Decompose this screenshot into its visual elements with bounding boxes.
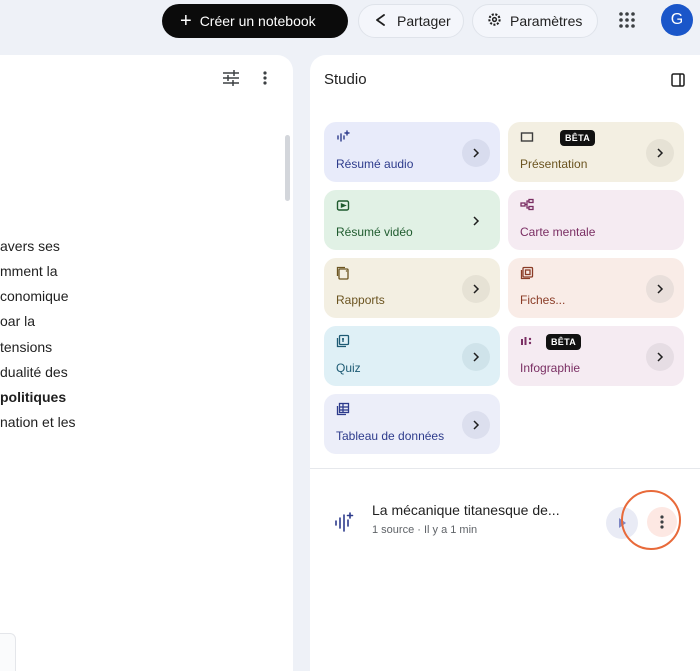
chevron-right-icon[interactable]	[462, 275, 490, 303]
tile-quiz-label: Quiz	[336, 361, 361, 375]
tile-quiz[interactable]: Quiz	[324, 326, 500, 386]
settings-label: Paramètres	[510, 13, 583, 29]
more-vert-icon[interactable]	[647, 507, 677, 537]
beta-badge: BÊTA	[546, 334, 582, 350]
tile-data-table[interactable]: Tableau de données	[324, 394, 500, 454]
output-title: La mécanique titanesque de...	[372, 502, 560, 518]
studio-panel: Studio Résumé audio BÊTA Présentation Ré…	[310, 55, 700, 671]
text-line: dualité des	[0, 364, 68, 380]
mindmap-icon	[520, 198, 534, 217]
play-button[interactable]	[606, 507, 638, 539]
share-label: Partager	[397, 13, 451, 29]
tile-data-table-label: Tableau de données	[336, 429, 445, 443]
top-bar: + Créer un notebook Partager Paramètres …	[0, 0, 700, 50]
tile-mindmap-label: Carte mentale	[520, 225, 596, 239]
chat-panel: avers ses mment la conomique oar la tens…	[0, 55, 293, 671]
text-line: conomique	[0, 288, 69, 304]
studio-title: Studio	[324, 71, 367, 88]
gear-icon	[487, 12, 502, 30]
more-vert-icon[interactable]	[262, 70, 268, 91]
apps-grid-icon[interactable]	[617, 10, 641, 32]
tile-presentation-label: Présentation	[520, 157, 588, 171]
tile-flashcards-label: Fiches...	[520, 293, 566, 307]
tile-audio-label: Résumé audio	[336, 157, 414, 171]
chevron-right-icon[interactable]	[646, 343, 674, 371]
slides-icon	[520, 130, 534, 149]
table-icon	[336, 402, 350, 421]
text-line: mment la	[0, 263, 58, 279]
tile-infographic-label: Infographie	[520, 361, 581, 375]
video-icon	[336, 198, 350, 217]
text-line: tensions	[0, 339, 53, 355]
generated-audio-item[interactable]: La mécanique titanesque de... 1 source ·…	[310, 485, 700, 555]
quiz-icon	[336, 334, 350, 353]
input-box-edge[interactable]	[0, 633, 16, 671]
output-meta: 1 source · Il y a 1 min	[372, 524, 478, 536]
tile-audio-summary[interactable]: Résumé audio	[324, 122, 500, 182]
create-notebook-button[interactable]: + Créer un notebook	[162, 4, 348, 38]
scrollbar[interactable]	[285, 135, 290, 201]
text-line: nation et les	[0, 414, 76, 430]
audio-waveform-icon	[336, 130, 350, 149]
tile-flashcards[interactable]: Fiches...	[508, 258, 684, 318]
infographic-icon	[520, 334, 534, 353]
text-line: avers ses	[0, 238, 60, 254]
reports-icon	[336, 266, 350, 285]
settings-button[interactable]: Paramètres	[472, 4, 598, 38]
tile-mindmap[interactable]: Carte mentale	[508, 190, 684, 250]
plus-icon: +	[180, 10, 192, 32]
chevron-right-icon[interactable]	[646, 275, 674, 303]
chevron-right-icon[interactable]	[462, 343, 490, 371]
share-icon	[373, 12, 389, 31]
avatar[interactable]: G	[661, 4, 693, 36]
divider	[310, 468, 700, 469]
tile-infographic[interactable]: BÊTA Infographie	[508, 326, 684, 386]
create-notebook-label: Créer un notebook	[199, 13, 316, 29]
text-line-bold: politiques	[0, 389, 67, 405]
tile-video-summary[interactable]: Résumé vidéo	[324, 190, 500, 250]
tile-presentation[interactable]: BÊTA Présentation	[508, 122, 684, 182]
tile-reports-label: Rapports	[336, 293, 385, 307]
share-button[interactable]: Partager	[358, 4, 464, 38]
chevron-right-icon[interactable]	[646, 139, 674, 167]
chevron-right-icon[interactable]	[462, 411, 490, 439]
audio-waveform-icon	[334, 512, 354, 537]
beta-badge: BÊTA	[560, 130, 596, 146]
tile-video-label: Résumé vidéo	[336, 225, 413, 239]
chevron-right-icon[interactable]	[462, 207, 490, 235]
tile-reports[interactable]: Rapports	[324, 258, 500, 318]
text-line: oar la	[0, 313, 36, 329]
panel-toggle-icon[interactable]	[671, 73, 685, 92]
chevron-right-icon[interactable]	[462, 139, 490, 167]
flashcards-icon	[520, 266, 534, 285]
tune-icon[interactable]	[222, 70, 240, 91]
